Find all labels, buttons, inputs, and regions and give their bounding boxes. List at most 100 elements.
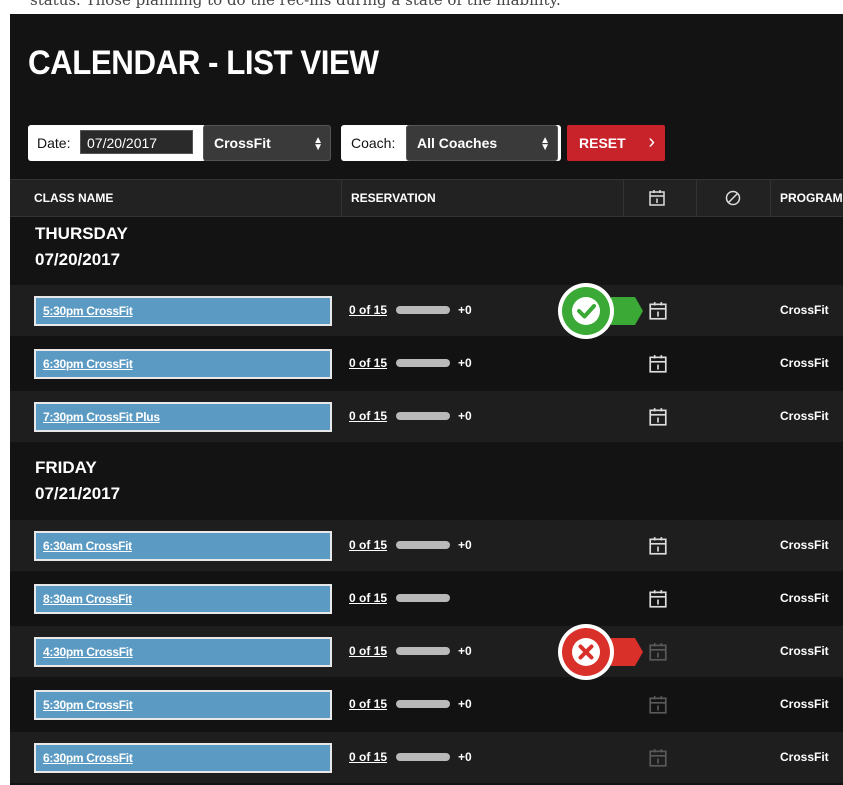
program-cell: CrossFit xyxy=(780,538,829,552)
reservation-count-link[interactable]: 0 of 15 xyxy=(349,644,387,658)
calendar-icon[interactable] xyxy=(648,354,668,374)
class-link-label: 8:30am CrossFit xyxy=(43,592,132,606)
class-link[interactable]: 5:30pm CrossFit xyxy=(34,296,332,326)
class-link[interactable]: 7:30pm CrossFit Plus xyxy=(34,402,332,432)
header-cancel-icon xyxy=(725,190,741,206)
calendar-icon[interactable] xyxy=(648,536,668,556)
reset-label: RESET xyxy=(579,135,626,151)
capacity-bar xyxy=(396,541,450,549)
class-link[interactable]: 6:30pm CrossFit xyxy=(34,743,332,773)
waitlist-count: +0 xyxy=(458,697,472,711)
calendar-icon[interactable] xyxy=(648,301,668,321)
date-label: Date: xyxy=(37,135,71,151)
select-arrows-icon: ▲ ▼ xyxy=(313,135,323,153)
reservation-cell: 0 of 15 +0 xyxy=(349,697,472,711)
header-reservation: RESERVATION xyxy=(351,191,436,205)
capacity-bar xyxy=(396,594,450,602)
calendar-icon xyxy=(649,749,667,767)
class-link-label: 6:30pm CrossFit xyxy=(43,751,133,765)
green-checkmark-icon xyxy=(558,283,643,339)
class-link-label: 6:30pm CrossFit xyxy=(43,357,133,371)
header-class-name: CLASS NAME xyxy=(34,191,114,205)
table-row: 8:30am CrossFit 0 of 15 CrossFit xyxy=(10,573,843,624)
class-link[interactable]: 8:30am CrossFit xyxy=(34,584,332,614)
program-cell: CrossFit xyxy=(780,750,829,764)
reservation-cell: 0 of 15 xyxy=(349,591,450,605)
capacity-bar xyxy=(396,306,450,314)
calendar-icon[interactable] xyxy=(648,589,668,609)
class-link-label: 7:30pm CrossFit Plus xyxy=(43,410,160,424)
red-x-icon xyxy=(558,624,643,680)
page-title: CALENDAR - LIST VIEW xyxy=(28,44,379,82)
header-calendar-icon xyxy=(649,190,665,206)
table-row: 6:30am CrossFit 0 of 15 +0 CrossFit xyxy=(10,520,843,571)
table-row: 5:30pm CrossFit 0 of 15 +0 CrossFit xyxy=(10,679,843,730)
program-select-value: CrossFit xyxy=(214,135,271,151)
reservation-cell: 0 of 15 +0 xyxy=(349,409,472,423)
program-cell: CrossFit xyxy=(780,644,829,658)
date-input[interactable]: 07/20/2017 xyxy=(80,130,193,154)
capacity-bar xyxy=(396,359,450,367)
calendar-icon xyxy=(649,696,667,714)
waitlist-count: +0 xyxy=(458,356,472,370)
header-program: PROGRAM xyxy=(780,191,843,205)
header-divider xyxy=(341,180,342,216)
chevron-right-icon: › xyxy=(648,131,655,153)
reservation-cell: 0 of 15 +0 xyxy=(349,303,472,317)
table-row: 5:30pm CrossFit 0 of 15 +0 CrossFit xyxy=(10,285,843,336)
class-link[interactable]: 5:30pm CrossFit xyxy=(34,690,332,720)
waitlist-count: +0 xyxy=(458,750,472,764)
program-cell: CrossFit xyxy=(780,303,829,317)
class-link[interactable]: 6:30am CrossFit xyxy=(34,531,332,561)
waitlist-count: +0 xyxy=(458,409,472,423)
reservation-count-link[interactable]: 0 of 15 xyxy=(349,303,387,317)
calendar-icon[interactable] xyxy=(648,407,668,427)
waitlist-count: +0 xyxy=(458,644,472,658)
reservation-count-link[interactable]: 0 of 15 xyxy=(349,591,387,605)
reset-button[interactable]: RESET › xyxy=(567,125,665,161)
day-date: 07/21/2017 xyxy=(35,484,121,503)
program-cell: CrossFit xyxy=(780,356,829,370)
header-divider xyxy=(770,180,771,216)
header-divider xyxy=(696,180,697,216)
class-link[interactable]: 6:30pm CrossFit xyxy=(34,349,332,379)
day-heading: FRIDAY 07/21/2017 xyxy=(35,455,120,507)
waitlist-count: +0 xyxy=(458,303,472,317)
program-select[interactable]: CrossFit ▲ ▼ xyxy=(203,125,331,161)
reservation-count-link[interactable]: 0 of 15 xyxy=(349,750,387,764)
day-heading: THURSDAY 07/20/2017 xyxy=(35,221,128,273)
capacity-bar xyxy=(396,647,450,655)
table-row: 6:30pm CrossFit 0 of 15 +0 CrossFit xyxy=(10,732,843,783)
calendar-icon xyxy=(649,643,667,661)
program-cell: CrossFit xyxy=(780,697,829,711)
reservation-cell: 0 of 15 +0 xyxy=(349,538,472,552)
header-divider xyxy=(623,180,624,216)
capacity-bar xyxy=(396,412,450,420)
calendar-panel: CALENDAR - LIST VIEW Date: 07/20/2017 Cr… xyxy=(10,14,843,785)
program-cell: CrossFit xyxy=(780,591,829,605)
waitlist-count: +0 xyxy=(458,538,472,552)
reservation-cell: 0 of 15 +0 xyxy=(349,356,472,370)
day-name: FRIDAY xyxy=(35,458,97,477)
table-header: CLASS NAME RESERVATION PROGRAM xyxy=(10,179,843,217)
reservation-count-link[interactable]: 0 of 15 xyxy=(349,697,387,711)
class-link-label: 5:30pm CrossFit xyxy=(43,304,133,318)
reservation-count-link[interactable]: 0 of 15 xyxy=(349,538,387,552)
class-link-label: 5:30pm CrossFit xyxy=(43,698,133,712)
table-row: 7:30pm CrossFit Plus 0 of 15 +0 CrossFit xyxy=(10,391,843,442)
coach-select[interactable]: All Coaches ▲ ▼ xyxy=(406,125,558,161)
top-caption-strip: status. Those planning to do the rec-ins… xyxy=(0,0,843,14)
class-link[interactable]: 4:30pm CrossFit xyxy=(34,637,332,667)
date-filter: Date: 07/20/2017 xyxy=(28,125,206,161)
table-row: 4:30pm CrossFit 0 of 15 +0 CrossFit xyxy=(10,626,843,677)
day-name: THURSDAY xyxy=(35,224,128,243)
day-date: 07/20/2017 xyxy=(35,250,121,269)
program-cell: CrossFit xyxy=(780,409,829,423)
coach-label: Coach: xyxy=(351,135,396,151)
capacity-bar xyxy=(396,753,450,761)
reservation-count-link[interactable]: 0 of 15 xyxy=(349,409,387,423)
capacity-bar xyxy=(396,700,450,708)
coach-select-value: All Coaches xyxy=(417,135,498,151)
class-link-label: 4:30pm CrossFit xyxy=(43,645,133,659)
reservation-count-link[interactable]: 0 of 15 xyxy=(349,356,387,370)
